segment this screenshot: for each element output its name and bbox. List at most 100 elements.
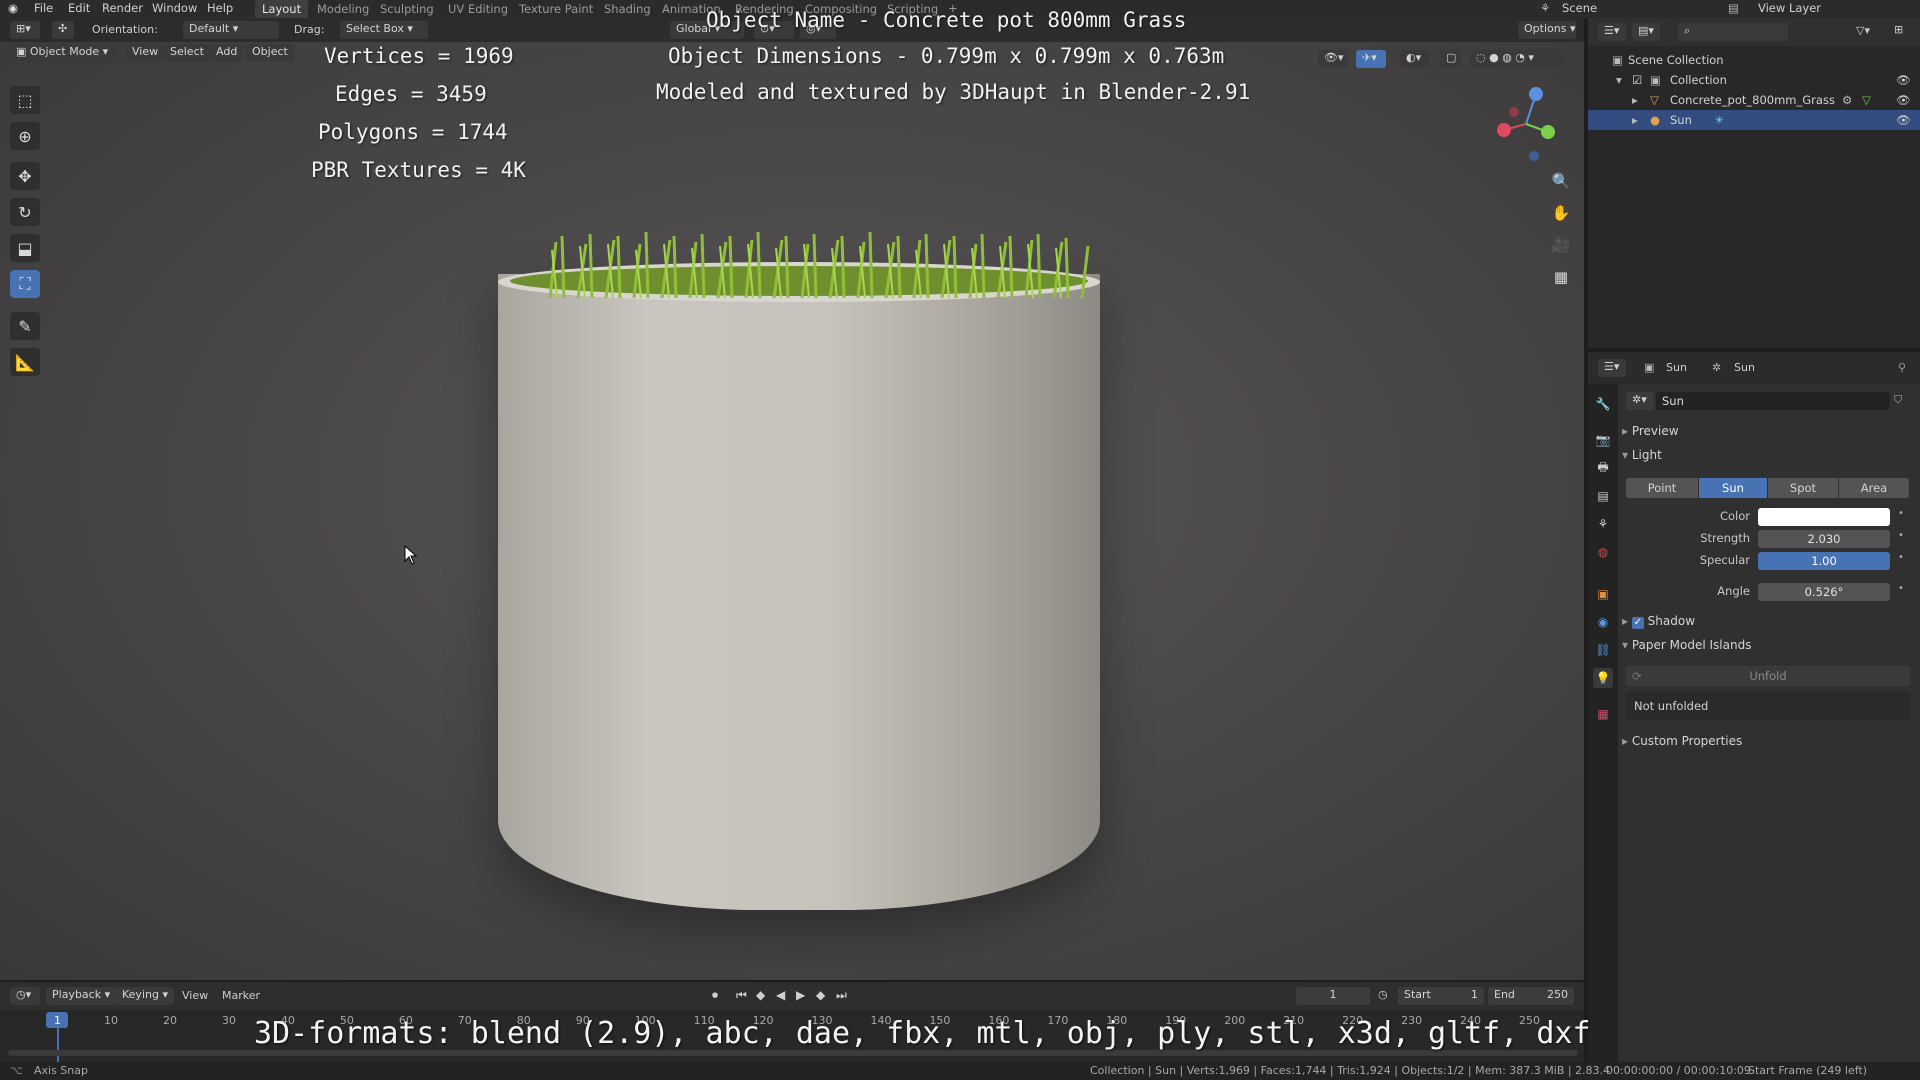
grid-perspective-icon[interactable]: ▦ <box>1548 264 1574 290</box>
end-frame-field[interactable]: End 250 <box>1488 987 1574 1005</box>
jump-start-icon[interactable]: ⏮ <box>736 988 747 1003</box>
gizmo-neg-z-icon[interactable] <box>1529 151 1539 161</box>
options-dropdown[interactable]: Options ▾ <box>1518 21 1576 39</box>
zoom-icon[interactable]: 🔍 <box>1548 168 1574 194</box>
timeline-menu-view[interactable]: View <box>182 989 208 1002</box>
play-icon[interactable]: ▶ <box>796 988 805 1002</box>
shadow-section-header[interactable]: ▸ ✓ Shadow <box>1622 614 1914 634</box>
collection-visibility-icon[interactable]: 👁 <box>1896 73 1911 87</box>
light-type-point-button[interactable]: Point <box>1626 478 1698 498</box>
timeline-menu-marker[interactable]: Marker <box>222 989 260 1002</box>
scene-tab-icon[interactable]: ⚘ <box>1593 514 1613 534</box>
light-data-tab-icon[interactable]: 💡 <box>1593 668 1613 688</box>
light-section-header[interactable]: ▾ Light <box>1622 448 1914 468</box>
overlay-toggle[interactable]: ◐▾ <box>1400 50 1430 68</box>
keyframe-dot-icon[interactable]: • <box>1898 530 1904 541</box>
render-tab-icon[interactable]: 📷 <box>1593 430 1613 450</box>
color-swatch[interactable] <box>1758 508 1890 526</box>
play-reverse-icon[interactable]: ◀ <box>776 988 785 1002</box>
menu-select[interactable]: Select <box>164 44 210 62</box>
fake-user-shield-icon[interactable]: ⛉ <box>1894 393 1902 407</box>
timeline-editor-type-icon[interactable]: ◷▾ <box>10 987 40 1005</box>
menu-keying[interactable]: Keying ▾ <box>116 987 174 1005</box>
tab-sculpting[interactable]: Sculpting <box>373 0 441 18</box>
current-frame-field[interactable]: 1 <box>1296 987 1370 1005</box>
light-type-area-button[interactable]: Area <box>1839 478 1909 498</box>
record-icon[interactable]: ⏺ <box>712 988 718 1003</box>
keyframe-dot-icon[interactable]: • <box>1898 552 1904 563</box>
menu-playback[interactable]: Playback ▾ <box>46 987 117 1005</box>
preview-section-header[interactable]: ▸ Preview <box>1622 424 1914 444</box>
orientation-dropdown[interactable]: Default ▾ <box>183 21 279 39</box>
menu-render[interactable]: Render <box>102 1 143 15</box>
pot-visibility-icon[interactable]: 👁 <box>1896 93 1911 107</box>
tab-layout[interactable]: Layout <box>255 0 309 18</box>
unfold-button[interactable]: ⟳ Unfold <box>1626 666 1910 686</box>
world-tab-icon[interactable]: ◍ <box>1593 542 1613 562</box>
menu-edit[interactable]: Edit <box>68 1 90 15</box>
specular-slider[interactable]: 1.00 <box>1758 552 1890 570</box>
pin-icon[interactable]: ⚲ <box>1898 361 1906 374</box>
outliner-row-collection[interactable]: ▾ ☑ ▣ Collection 👁 <box>1588 70 1920 90</box>
menu-view[interactable]: View <box>126 44 165 62</box>
view-layer-name[interactable]: View Layer <box>1758 1 1821 15</box>
strength-field[interactable]: 2.030 <box>1758 530 1890 548</box>
start-frame-field[interactable]: Start 1 <box>1398 987 1484 1005</box>
shading-modes[interactable]: ◌ ● ◍ ◔ ▾ <box>1470 50 1566 68</box>
transform-tool[interactable]: ⛶ <box>10 270 40 298</box>
light-datablock-browse-icon[interactable]: ✲▾ <box>1626 392 1654 410</box>
menu-window[interactable]: Window <box>152 1 197 15</box>
expand-collection-icon[interactable]: ▾ <box>1616 73 1622 87</box>
prev-keyframe-icon[interactable]: ◆ <box>756 988 765 1002</box>
gizmo-neg-x-icon[interactable] <box>1509 107 1519 117</box>
tab-texture-paint[interactable]: Texture Paint <box>512 0 600 18</box>
transform-pivot-icon[interactable]: ✣ <box>52 21 74 39</box>
filter-icon[interactable]: ▽▾ <box>1856 24 1870 37</box>
rotate-tool[interactable]: ↻ <box>10 198 40 226</box>
gizmo-toggle[interactable]: ✈▾ <box>1356 50 1386 68</box>
outliner-row-concrete-pot[interactable]: ▸ ▽ Concrete_pot_800mm_Grass ⚙ ▽ 👁 <box>1588 90 1920 110</box>
keyframe-dot-icon[interactable]: • <box>1898 508 1904 519</box>
outliner-editor-type-icon[interactable]: ☰▾ <box>1598 23 1626 41</box>
annotate-tool[interactable]: ✎ <box>10 312 40 340</box>
angle-field[interactable]: 0.526° <box>1758 583 1890 601</box>
physics-tab-icon[interactable]: ◉ <box>1593 612 1613 632</box>
light-type-spot-button[interactable]: Spot <box>1768 478 1838 498</box>
custom-properties-section-header[interactable]: ▸ Custom Properties <box>1622 734 1914 754</box>
gizmo-x-icon[interactable] <box>1497 123 1511 137</box>
outliner-row-scene-collection[interactable]: ▣ Scene Collection <box>1588 50 1920 70</box>
next-keyframe-icon[interactable]: ◆ <box>816 988 825 1002</box>
camera-icon[interactable]: 🎥 <box>1548 232 1574 258</box>
display-mode-icon[interactable]: ▤▾ <box>1632 23 1660 41</box>
measure-tool[interactable]: 📐 <box>10 348 40 376</box>
view-layer-tab-icon[interactable]: ▤ <box>1593 486 1613 506</box>
cursor-tool[interactable]: ⊕ <box>10 122 40 150</box>
menu-object[interactable]: Object <box>246 44 294 62</box>
scene-name[interactable]: Scene <box>1562 1 1597 15</box>
scale-tool[interactable]: ⬓ <box>10 234 40 262</box>
properties-editor-type-icon[interactable]: ☰▾ <box>1598 359 1626 377</box>
visibility-dropdown[interactable]: 👁▾ <box>1318 50 1348 68</box>
gizmo-y-icon[interactable] <box>1541 125 1555 139</box>
select-box-tool[interactable]: ⬚ <box>10 86 40 114</box>
clock-icon[interactable]: ◷ <box>1378 988 1388 1001</box>
output-tab-icon[interactable]: 🖶 <box>1593 458 1613 478</box>
shadow-checkbox[interactable]: ✓ <box>1631 617 1644 629</box>
editor-type-icon[interactable]: ⊞▾ <box>10 21 40 39</box>
texture-tab-icon[interactable]: ▦ <box>1593 704 1613 724</box>
drag-dropdown[interactable]: Select Box ▾ <box>340 21 428 39</box>
new-collection-icon[interactable]: ⊞ <box>1894 23 1903 36</box>
menu-help[interactable]: Help <box>207 1 233 15</box>
outliner-row-sun[interactable]: ▸ ● Sun ☀ 👁 <box>1588 110 1920 130</box>
collection-checkbox-icon[interactable]: ☑ <box>1632 73 1642 87</box>
light-type-sun-button[interactable]: Sun <box>1699 478 1767 498</box>
constraints-tab-icon[interactable]: ⛓ <box>1593 640 1613 660</box>
paper-model-section-header[interactable]: ▾ Paper Model Islands <box>1622 638 1914 658</box>
tab-uv-editing[interactable]: UV Editing <box>441 0 515 18</box>
sun-visibility-icon[interactable]: 👁 <box>1896 113 1911 127</box>
expand-pot-icon[interactable]: ▸ <box>1632 93 1638 107</box>
blender-logo-icon[interactable]: ◉ <box>8 1 18 15</box>
tool-tab-icon[interactable]: 🔧 <box>1593 394 1613 414</box>
object-tab-icon[interactable]: ▣ <box>1593 584 1613 604</box>
gizmo-z-icon[interactable] <box>1529 87 1543 101</box>
